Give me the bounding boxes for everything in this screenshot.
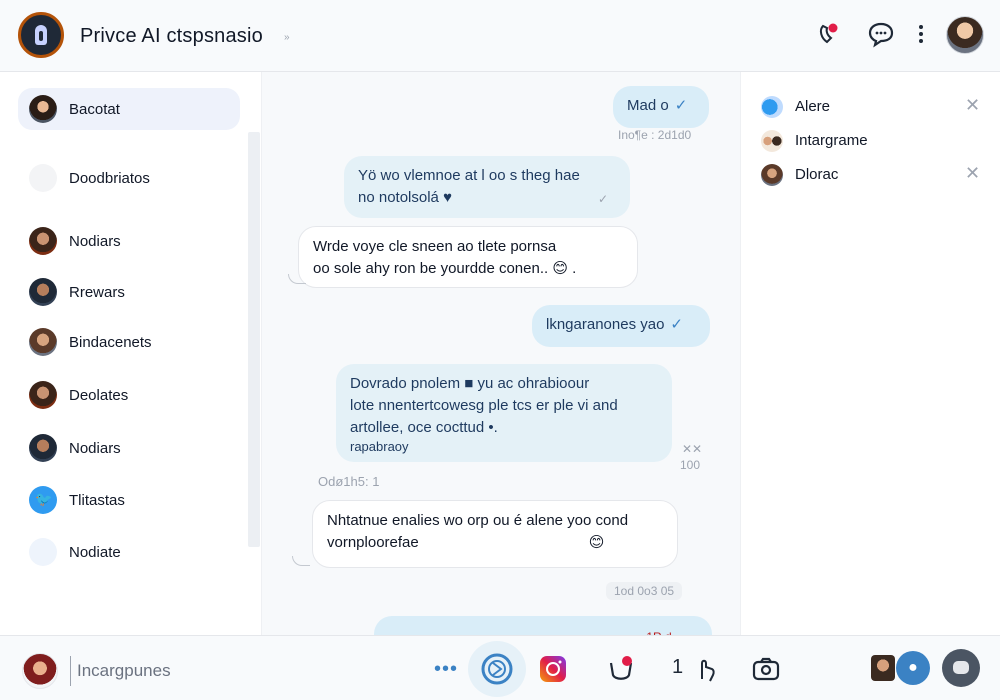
sidebar-scrollbar[interactable] [248, 132, 260, 547]
avatar [29, 434, 57, 462]
avatar [29, 95, 57, 123]
message-status: = 1R d [636, 626, 672, 635]
app-title: Privce AI ctspsnasio [80, 25, 263, 47]
instagram-icon[interactable] [537, 653, 569, 685]
bird-icon [29, 486, 57, 514]
panel-item-intargrame[interactable]: Intargrame [761, 128, 987, 154]
sidebar-item-nodiars-2[interactable]: Nodiars [18, 427, 240, 469]
sidebar-item-doodbriatos[interactable]: Doodbriatos [18, 157, 240, 199]
sidebar-item-label: Nodiars [69, 440, 121, 457]
user-badge-icon[interactable]: ● [896, 651, 930, 685]
profile-avatar[interactable] [946, 16, 984, 54]
avatar [761, 164, 783, 186]
hand-icon[interactable] [692, 653, 724, 685]
blue-dot-icon [761, 96, 783, 118]
sidebar-item-label: Rrewars [69, 284, 125, 301]
message-status: ✕✕ [682, 442, 703, 456]
camera-icon[interactable] [750, 653, 782, 685]
panel-item-label: Dlorac [795, 166, 839, 183]
message-timestamp: Ino¶e : 2d1d0 [618, 128, 692, 142]
avatar [29, 538, 57, 566]
read-check-icon: ✓ [670, 316, 683, 333]
close-icon[interactable]: ✕ [965, 163, 980, 184]
more-vertical-icon[interactable] [907, 20, 935, 48]
sidebar-item-tlitastas[interactable]: Tlitastas [18, 479, 240, 521]
message-input[interactable] [70, 656, 410, 686]
message-text: no notolsolá ♥ [358, 189, 452, 206]
sidebar-item-rrewars[interactable]: Rrewars [18, 271, 240, 313]
message-bubble-incoming[interactable]: Yö wo vlemnoe at l oo s theg hae no noto… [344, 156, 630, 218]
alert-pin-icon[interactable] [815, 20, 843, 48]
panel-item-dlorac[interactable]: Dlorac ✕ [761, 162, 987, 188]
read-check-icon: ✓ [674, 97, 688, 114]
contact-thumbnail[interactable] [871, 655, 895, 681]
sidebar-item-deolates[interactable]: Deolates [18, 374, 240, 416]
panel-item-alere[interactable]: Alere ✕ [761, 94, 987, 120]
more-options-icon[interactable]: ••• [434, 658, 458, 681]
message-text: Nhtatnue enalies wo orp ou é alene yoo c… [327, 512, 629, 529]
message-bubble-outgoing[interactable]: lkngaranones yao ✓ [532, 305, 710, 347]
message-timestamp: Odø1h5: 1 [318, 474, 380, 489]
message-text: Yö wo vlemnoe at l oo s theg hae [358, 167, 580, 184]
sidebar-item-label: Bacotat [69, 101, 120, 118]
message-bubble-incoming[interactable]: Dovrado pnolem ■ yu ac ohrabioour lote n… [336, 364, 672, 462]
message-bubble-outgoing[interactable]: = 1R d [374, 616, 712, 635]
sidebar-item-bacotat[interactable]: Bacotat [18, 88, 240, 130]
message-text: oo sole ahy ron be yourdde conen.. 😊 . [313, 260, 577, 277]
app-logo-icon[interactable] [18, 12, 64, 58]
avatar [29, 328, 57, 356]
sidebar-item-label: Nodiars [69, 233, 121, 250]
send-ring-button[interactable] [468, 641, 526, 697]
sidebar-item-label: Tlitastas [69, 492, 125, 509]
sidebar-item-label: Nodiate [69, 544, 121, 561]
smile-emoji-icon: 😊 [588, 534, 605, 551]
message-text: Wrde voye cle sneen ao tlete pornsa [313, 238, 557, 255]
top-header: Privce AI ctspsnasio » [0, 0, 1000, 72]
sidebar-item-label: Doodbriatos [69, 170, 150, 187]
conversation-sidebar: Bacotat Doodbriatos Nodiars Rrewars Bind… [0, 72, 262, 635]
chat-thread[interactable]: Mad o ✓ Ino¶e : 2d1d0 Yö wo vlemnoe at l … [262, 72, 740, 635]
message-bubble-outgoing[interactable]: Mad o ✓ [613, 86, 709, 128]
message-bubble-incoming[interactable]: Nhtatnue enalies wo orp ou é alene yoo c… [312, 500, 678, 568]
message-text: artollee, oce cocttud •. [350, 419, 498, 436]
group-avatar-icon [761, 130, 783, 152]
sidebar-item-nodiars[interactable]: Nodiars [18, 220, 240, 262]
message-text: Mad o [627, 97, 669, 114]
avatar [29, 381, 57, 409]
panel-item-label: Intargrame [795, 132, 868, 149]
bubble-tail-icon [288, 274, 306, 284]
composer-bar: ••• 1 ● [0, 635, 1000, 700]
bot-icon[interactable] [942, 649, 980, 687]
sidebar-item-label: Bindacenets [69, 334, 152, 351]
chat-bubble-icon[interactable] [867, 20, 895, 48]
notification-icon[interactable] [605, 653, 637, 685]
message-bubble-incoming[interactable]: Wrde voye cle sneen ao tlete pornsa oo s… [298, 226, 638, 288]
send-ring-icon [481, 653, 513, 685]
reaction-count: 1 [672, 656, 684, 678]
message-timestamp: 1od 0o3 05 [606, 582, 683, 600]
right-panel: Alere ✕ Intargrame Dlorac ✕ [740, 72, 1000, 635]
delivered-check-icon: ✓ [598, 192, 609, 206]
panel-item-label: Alere [795, 98, 831, 115]
avatar [29, 278, 57, 306]
message-text: vornploorefae [327, 534, 419, 551]
avatar [29, 227, 57, 255]
sidebar-item-nodiate[interactable]: Nodiate [18, 531, 240, 573]
message-status-count: 100 [680, 458, 701, 472]
message-text: Dovrado pnolem ■ yu ac ohrabioour [350, 375, 590, 392]
message-text: lkngaranones yao [546, 316, 665, 333]
sidebar-item-bindacenets[interactable]: Bindacenets [18, 321, 240, 363]
title-dropdown-icon[interactable]: » [284, 32, 290, 43]
message-text: lote nnentertcowesg ple tcs er ple vi an… [350, 397, 618, 414]
bubble-tail-icon [292, 556, 310, 566]
message-text: rapabraoy [350, 439, 409, 454]
sidebar-item-label: Deolates [69, 387, 129, 404]
user-avatar[interactable] [22, 653, 58, 689]
avatar [29, 164, 57, 192]
close-icon[interactable]: ✕ [965, 95, 980, 116]
